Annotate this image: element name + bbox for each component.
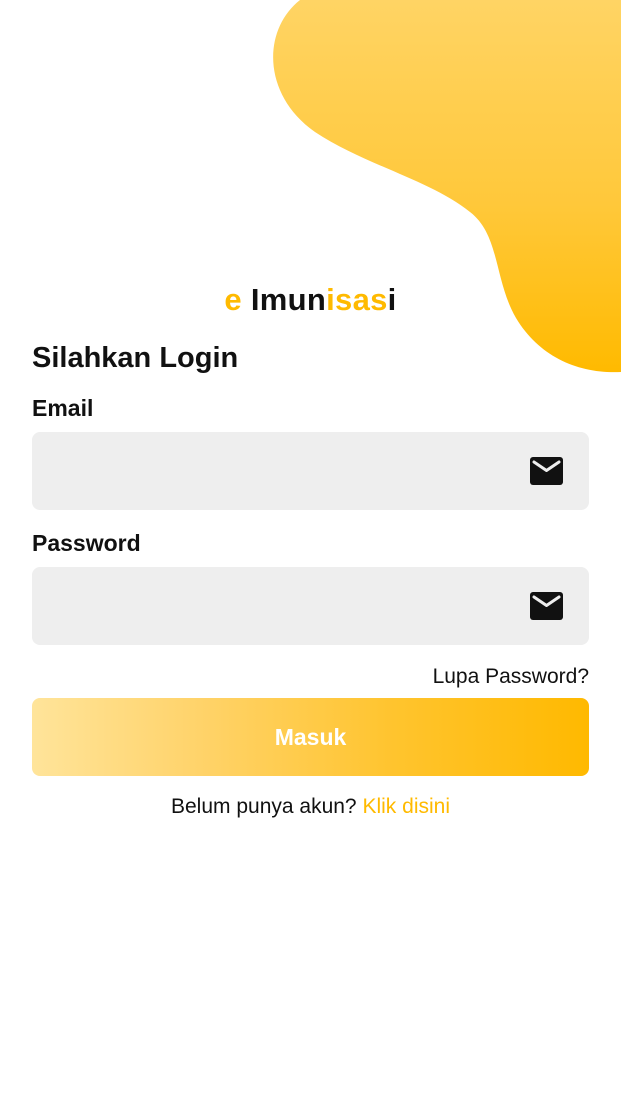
login-button[interactable]: Masuk	[32, 698, 589, 776]
email-label: Email	[32, 395, 94, 421]
signup-question: Belum punya akun?	[170, 795, 357, 818]
forgot-password-link[interactable]: Lupa Password?	[433, 665, 589, 689]
logo-i: i	[387, 282, 397, 317]
email-field[interactable]	[32, 432, 512, 510]
signup-link[interactable]: Klik disini	[362, 795, 450, 818]
password-label: Password	[32, 530, 141, 556]
page-title: Silahkan Login	[32, 342, 239, 374]
logo-imun: Imun	[250, 282, 327, 317]
decorative-yellow-blob	[273, 0, 621, 373]
password-field-container	[32, 567, 589, 645]
mail-icon	[530, 457, 563, 485]
mail-icon	[530, 592, 563, 620]
email-field-container	[32, 432, 589, 510]
signup-prompt: Belum punya akun? Klik disini	[0, 795, 621, 819]
app-logo: e Imunisasi	[0, 282, 621, 318]
logo-e: e	[224, 282, 242, 317]
logo-isas: isas	[326, 282, 388, 317]
password-field[interactable]	[32, 567, 512, 645]
login-button-label: Masuk	[274, 723, 347, 750]
